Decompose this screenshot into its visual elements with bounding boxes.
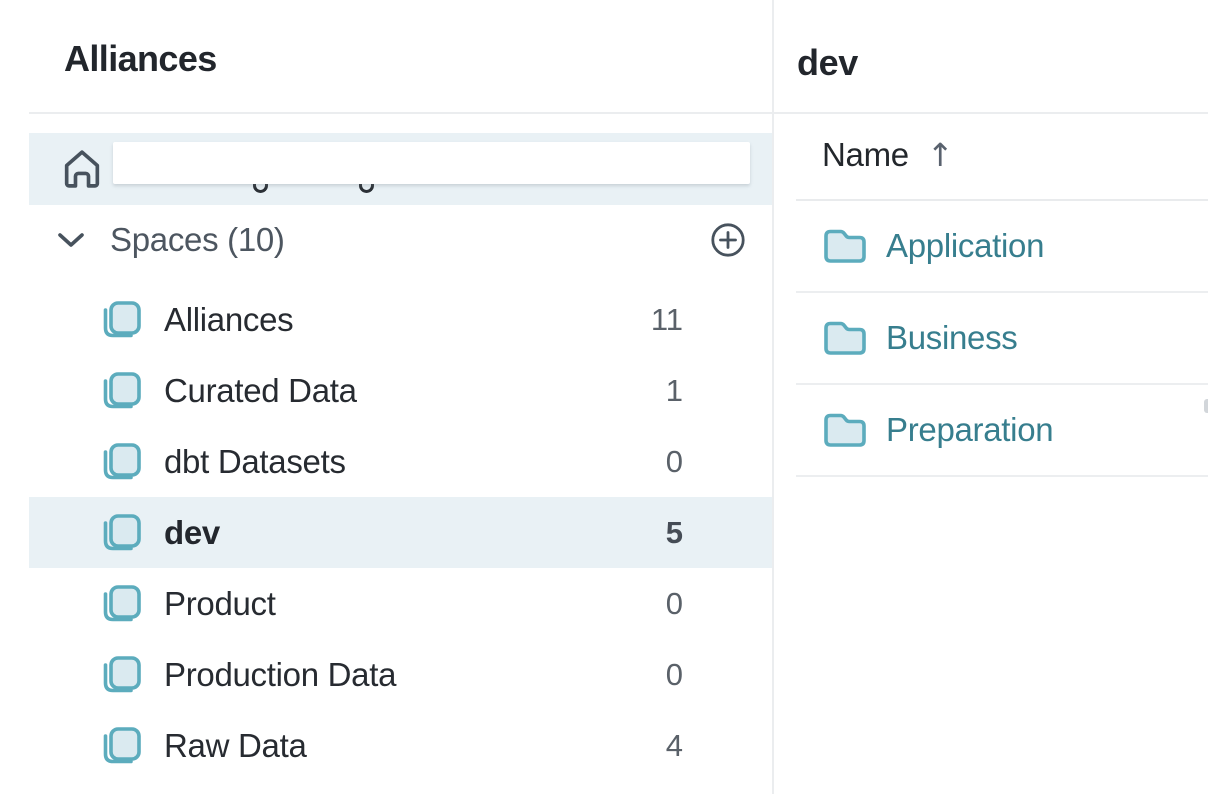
space-name: dev xyxy=(164,514,220,552)
chevron-down-icon xyxy=(57,232,85,248)
redacted-home-label xyxy=(113,142,750,184)
sidebar-space-item[interactable]: dev 5 xyxy=(29,497,772,568)
content-title: dev xyxy=(797,42,858,84)
home-icon xyxy=(59,143,105,195)
folder-row[interactable]: Preparation xyxy=(796,385,1208,477)
sidebar-space-item[interactable]: Alliances 11 xyxy=(29,284,772,355)
add-space-button[interactable] xyxy=(710,222,746,258)
folder-icon xyxy=(822,226,868,266)
clipped-element-sliver xyxy=(1204,399,1208,413)
app-canvas: Alliances Spaces (10) Alliances 11 xyxy=(0,0,1208,794)
column-label: Name xyxy=(822,136,909,174)
space-dataset-count: 0 xyxy=(666,586,683,622)
space-dataset-count: 5 xyxy=(666,515,683,551)
space-dataset-count: 0 xyxy=(666,444,683,480)
redacted-text-remnant xyxy=(359,183,374,193)
folder-row[interactable]: Application xyxy=(796,201,1208,293)
folder-icon xyxy=(822,410,868,450)
space-name: Curated Data xyxy=(164,372,357,410)
space-icon xyxy=(100,441,142,483)
spaces-section-label: Spaces (10) xyxy=(110,221,285,259)
plus-circle-icon xyxy=(710,222,746,258)
space-name: Raw Data xyxy=(164,727,307,765)
space-dataset-count: 11 xyxy=(651,302,683,338)
folder-link[interactable]: Application xyxy=(886,227,1044,265)
redacted-text-remnant xyxy=(253,183,268,193)
folder-link[interactable]: Business xyxy=(886,319,1018,357)
sidebar-space-item[interactable]: Curated Data 1 xyxy=(29,355,772,426)
page-title: Alliances xyxy=(64,38,217,80)
folder-link[interactable]: Preparation xyxy=(886,411,1053,449)
space-icon xyxy=(100,370,142,412)
space-name: Alliances xyxy=(164,301,293,339)
space-name: Production Data xyxy=(164,656,396,694)
space-dataset-count: 0 xyxy=(666,657,683,693)
space-icon xyxy=(100,725,142,767)
sidebar-space-item[interactable]: Raw Data 4 xyxy=(29,710,772,781)
space-icon xyxy=(100,583,142,625)
panel-divider xyxy=(772,0,774,794)
header-divider xyxy=(29,112,1208,114)
spaces-section-header[interactable]: Spaces (10) xyxy=(29,215,772,265)
home-row[interactable] xyxy=(29,133,772,205)
spaces-list: Alliances 11 Curated Data 1 dbt Datasets… xyxy=(29,284,772,781)
space-icon xyxy=(100,512,142,554)
space-name: Product xyxy=(164,585,276,623)
sidebar-space-item[interactable]: Product 0 xyxy=(29,568,772,639)
folder-row[interactable]: Business xyxy=(796,293,1208,385)
sidebar-space-item[interactable]: Production Data 0 xyxy=(29,639,772,710)
sidebar-space-item[interactable]: dbt Datasets 0 xyxy=(29,426,772,497)
name-column-header[interactable]: Name ↑ xyxy=(822,130,954,180)
space-icon xyxy=(100,654,142,696)
space-dataset-count: 1 xyxy=(666,373,683,409)
folder-list: Application Business Preparation xyxy=(796,201,1208,477)
folder-icon xyxy=(822,318,868,358)
space-name: dbt Datasets xyxy=(164,443,346,481)
space-icon xyxy=(100,299,142,341)
space-dataset-count: 4 xyxy=(666,728,683,764)
sort-ascending-icon: ↑ xyxy=(927,139,954,171)
